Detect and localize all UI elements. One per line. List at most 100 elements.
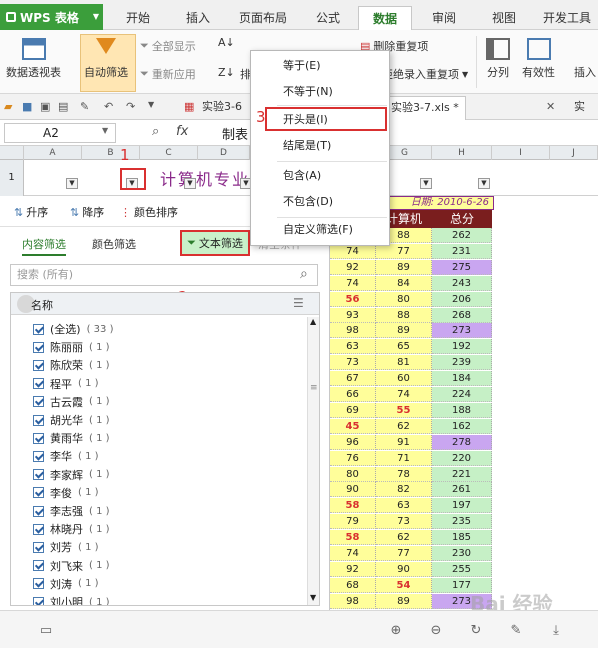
cell-score[interactable]: 58 [330, 498, 376, 514]
cell-total[interactable]: 192 [432, 339, 492, 355]
cell-computer[interactable]: 55 [376, 402, 432, 418]
menu-item-not-equals[interactable]: 不等于(N) [251, 81, 391, 103]
cell-score[interactable]: 98 [330, 323, 376, 339]
cell-computer[interactable]: 89 [376, 259, 432, 275]
cell-score[interactable]: 58 [330, 530, 376, 546]
cell-score[interactable]: 92 [330, 259, 376, 275]
zoom-in-icon[interactable]: ⊕ [388, 623, 404, 639]
tab-color-filter[interactable]: 颜色筛选 [92, 236, 136, 252]
pen-icon[interactable]: ✎ [508, 623, 524, 639]
undo-icon[interactable]: ↶ [104, 100, 117, 113]
reapply-button[interactable]: ⏷ 重新应用 [140, 66, 196, 82]
column-h[interactable]: H [432, 146, 492, 160]
cell-total[interactable]: 261 [432, 482, 492, 498]
refresh-icon[interactable]: ↻ [468, 623, 484, 639]
tab-developer[interactable]: 开发工具 [536, 6, 598, 30]
normal-view-icon[interactable]: ▭ [38, 623, 54, 639]
scroll-thumb[interactable]: ≡ [310, 383, 318, 393]
cell-computer[interactable]: 81 [376, 355, 432, 371]
cell-total[interactable]: 273 [432, 323, 492, 339]
menu-lines-icon[interactable]: ☰ [293, 296, 304, 310]
cell-computer[interactable]: 84 [376, 275, 432, 291]
cell-computer[interactable]: 89 [376, 593, 432, 609]
cell-computer[interactable]: 88 [376, 307, 432, 323]
corner-cell[interactable] [0, 146, 24, 160]
list-item[interactable]: 李家辉 ( 1 ) [33, 465, 110, 485]
column-b[interactable]: B [82, 146, 140, 160]
checkbox-checked-icon[interactable] [33, 450, 44, 462]
filter-dropdown-button[interactable]: ▼ [66, 178, 78, 189]
filter-dropdown-button[interactable]: ▼ [184, 178, 196, 189]
chevron-down-icon[interactable]: ▼ [148, 100, 161, 113]
menu-item-ends-with[interactable]: 结尾是(T) [251, 135, 391, 157]
row-number[interactable]: 1 [0, 160, 24, 196]
wps-menu-button[interactable]: WPS 表格 ▼ [0, 4, 103, 30]
cell-score[interactable]: 79 [330, 514, 376, 530]
cell-total[interactable]: 235 [432, 514, 492, 530]
cell-computer[interactable]: 77 [376, 546, 432, 561]
cell-computer[interactable]: 62 [376, 530, 432, 546]
sort-descending-button[interactable]: ⇅ 降序 [70, 204, 104, 220]
list-item[interactable]: 古云霞 ( 1 ) [33, 392, 110, 412]
cell-score[interactable]: 66 [330, 387, 376, 402]
filter-search-input[interactable]: 搜索 (所有) [10, 264, 318, 286]
sort-az-icon[interactable]: A↓ [218, 36, 235, 49]
tab-view[interactable]: 视图 [478, 6, 530, 30]
print-preview-icon[interactable]: ▤ [58, 100, 71, 113]
cell-score[interactable]: 56 [330, 291, 376, 307]
tab-review[interactable]: 审阅 [418, 6, 470, 30]
cell-reference-box[interactable]: A2 [4, 123, 116, 143]
doc-tab-3-6[interactable]: 实验3-6 [196, 96, 248, 120]
scroll-up-icon[interactable]: ▲ [310, 317, 316, 326]
menu-item-contains[interactable]: 包含(A) [251, 165, 391, 187]
formula-content[interactable]: 制表 [222, 124, 248, 143]
list-item[interactable]: 刘芳 ( 1 ) [33, 537, 99, 557]
list-item[interactable]: 林晓丹 ( 1 ) [33, 519, 110, 539]
search-icon[interactable]: ⌕ [300, 266, 308, 282]
checkbox-checked-icon[interactable] [33, 359, 44, 371]
column-d[interactable]: D [198, 146, 250, 160]
list-item[interactable]: 陈欣荣 ( 1 ) [33, 355, 110, 375]
sort-ascending-button[interactable]: ⇅ 升序 [14, 204, 48, 220]
cell-computer[interactable]: 77 [376, 243, 432, 259]
cell-total[interactable]: 243 [432, 275, 492, 291]
cell-computer[interactable]: 78 [376, 466, 432, 482]
cell-computer[interactable]: 71 [376, 450, 432, 466]
close-icon[interactable]: ✕ [546, 100, 559, 113]
list-item[interactable]: 李志强 ( 1 ) [33, 501, 110, 521]
validity-button[interactable]: 有效性 [522, 38, 555, 80]
menu-item-equals[interactable]: 等于(E) [251, 55, 391, 77]
checkbox-checked-icon[interactable] [33, 414, 44, 426]
zoom-icon[interactable]: ⌕ [152, 124, 159, 139]
checkbox-checked-icon[interactable] [33, 323, 44, 335]
cell-total[interactable]: 162 [432, 418, 492, 434]
checkbox-checked-icon[interactable] [33, 578, 44, 590]
list-item[interactable]: 刘涛 ( 1 ) [33, 574, 99, 594]
cell-total[interactable]: 220 [432, 450, 492, 466]
checkbox-checked-icon[interactable] [33, 378, 44, 390]
cell-computer[interactable]: 80 [376, 291, 432, 307]
cell-score[interactable]: 67 [330, 371, 376, 387]
save-icon[interactable]: ■ [22, 100, 35, 113]
cell-computer[interactable]: 54 [376, 577, 432, 593]
download-icon[interactable]: ⤓ [548, 623, 564, 639]
cell-computer[interactable]: 89 [376, 323, 432, 339]
checkbox-checked-icon[interactable] [33, 560, 44, 572]
list-item[interactable]: 程平 ( 1 ) [33, 374, 99, 394]
cell-computer[interactable]: 62 [376, 418, 432, 434]
split-column-button[interactable]: 分列 [486, 38, 510, 80]
column-i[interactable]: I [492, 146, 550, 160]
column-c[interactable]: C [140, 146, 198, 160]
list-item[interactable]: 胡光华 ( 1 ) [33, 410, 110, 430]
checkbox-checked-icon[interactable] [33, 505, 44, 517]
print-icon[interactable]: ▣ [40, 100, 53, 113]
cell-total[interactable]: 197 [432, 498, 492, 514]
cell-total[interactable]: 185 [432, 530, 492, 546]
doc-tab-next[interactable]: 实 [568, 96, 591, 120]
cell-computer[interactable]: 74 [376, 387, 432, 402]
cell-score[interactable]: 74 [330, 275, 376, 291]
cell-score[interactable]: 68 [330, 577, 376, 593]
cell-total[interactable]: 275 [432, 259, 492, 275]
cell-computer[interactable]: 90 [376, 561, 432, 577]
tab-start[interactable]: 开始 [112, 6, 164, 30]
